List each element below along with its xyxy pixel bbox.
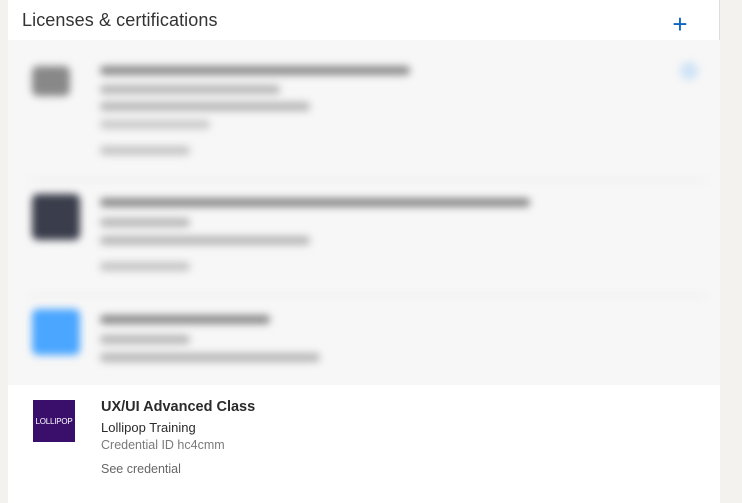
- credential-id: Credential ID hc4cmm: [101, 438, 225, 452]
- plus-icon: +: [672, 9, 688, 39]
- lollipop-logo[interactable]: LOLLIPOP: [33, 400, 75, 442]
- add-certification-button[interactable]: +: [668, 9, 692, 39]
- certification-issuer[interactable]: Lollipop Training: [101, 420, 196, 435]
- certification-title[interactable]: UX/UI Advanced Class: [101, 399, 255, 415]
- blurred-certifications: [8, 40, 720, 385]
- see-credential-link[interactable]: See credential: [101, 462, 181, 476]
- certification-item: LOLLIPOP UX/UI Advanced Class Lollipop T…: [8, 385, 720, 503]
- logo-text: LOLLIPOP: [35, 416, 73, 426]
- section-title: Licenses & certifications: [22, 10, 218, 30]
